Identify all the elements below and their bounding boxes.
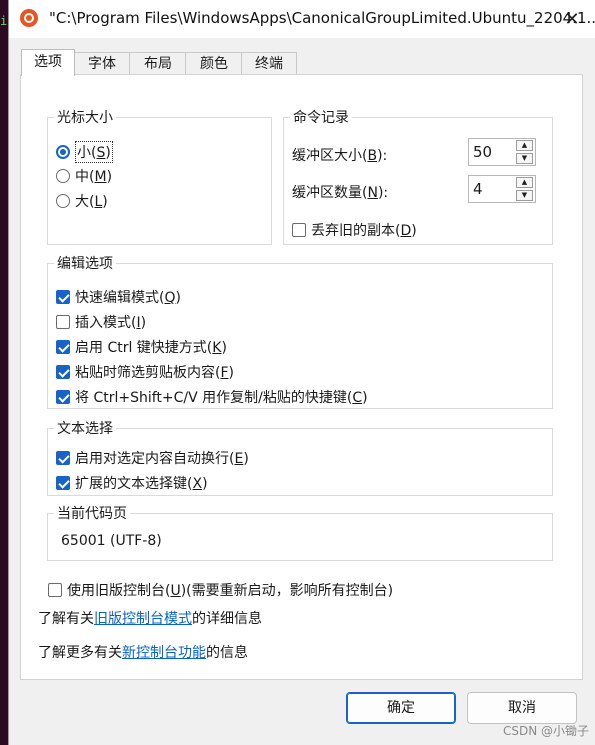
ctrl-shortcuts-option[interactable]: 启用 Ctrl 键快捷方式(K) [56, 337, 227, 357]
tab-terminal[interactable]: 终端 [241, 52, 297, 75]
ctrl-shift-cv-checkbox[interactable] [56, 390, 70, 404]
discard-duplicates-option[interactable]: 丢弃旧的副本(D) [292, 220, 417, 240]
tab-layout[interactable]: 布局 [129, 52, 187, 75]
buffer-count-stepper[interactable]: 4 ▲ ▼ [468, 175, 536, 203]
buffer-count-up-button[interactable]: ▲ [516, 177, 533, 188]
discard-duplicates-checkbox[interactable] [292, 223, 306, 237]
buffer-count-down-button[interactable]: ▼ [516, 190, 533, 201]
cursor-large-option[interactable]: 大(L) [56, 191, 108, 211]
history-group: 命令记录 缓冲区大小(B): 50 ▲ ▼ 缓冲区数量(N): 4 ▲ ▼ 丢弃… [283, 107, 553, 245]
legacy-console-option[interactable]: 使用旧版控制台(U)(需要重新启动，影响所有控制台) [48, 580, 393, 600]
filter-paste-checkbox[interactable] [56, 365, 70, 379]
codepage-group: 当前代码页 65001 (UTF-8) [47, 503, 553, 561]
text-selection-title: 文本选择 [54, 418, 116, 438]
tab-colors[interactable]: 颜色 [185, 52, 243, 75]
legacy-console-checkbox[interactable] [48, 583, 62, 597]
window-title: "C:\Program Files\WindowsApps\CanonicalG… [49, 9, 595, 27]
arrow-down-icon: ▼ [521, 191, 528, 199]
quick-edit-checkbox[interactable] [56, 290, 70, 304]
new-features-link[interactable]: 新控制台功能 [122, 645, 206, 661]
title-bar[interactable]: "C:\Program Files\WindowsApps\CanonicalG… [9, 0, 595, 38]
legacy-console-label: 使用旧版控制台(U)(需要重新启动，影响所有控制台) [67, 583, 394, 599]
watermark: CSDN @小锄子 [502, 724, 589, 738]
tab-font[interactable]: 字体 [73, 52, 131, 75]
text-selection-group: 文本选择 启用对选定内容自动换行(E) 扩展的文本选择键(X) [47, 418, 553, 496]
cursor-medium-option[interactable]: 中(M) [56, 166, 112, 186]
cursor-large-label: 大(L) [75, 194, 108, 210]
options-panel: 光标大小 小(S) 中(M) 大(L) 命令记录 缓冲区大小(B): 50 ▲ [20, 74, 583, 680]
cursor-size-title: 光标大小 [54, 107, 116, 127]
codepage-value: 65001 (UTF-8) [61, 533, 162, 549]
properties-dialog: "C:\Program Files\WindowsApps\CanonicalG… [8, 0, 595, 745]
buffer-size-down-button[interactable]: ▼ [516, 153, 533, 164]
arrow-down-icon: ▼ [521, 154, 528, 162]
buffer-size-label: 缓冲区大小(B): [292, 148, 388, 164]
tab-options[interactable]: 选项 [21, 49, 75, 76]
cursor-medium-radio[interactable] [56, 169, 70, 183]
extended-selection-checkbox[interactable] [56, 476, 70, 490]
cursor-size-group: 光标大小 小(S) 中(M) 大(L) [47, 107, 272, 245]
arrow-up-icon: ▲ [521, 178, 528, 186]
buffer-count-value[interactable]: 4 [473, 180, 483, 198]
new-features-info-text: 了解更多有关新控制台功能的信息 [38, 645, 248, 661]
filter-paste-label: 粘贴时筛选剪贴板内容(F) [75, 365, 234, 381]
buffer-count-label: 缓冲区数量(N): [292, 185, 389, 201]
cursor-small-option[interactable]: 小(S) [56, 141, 113, 163]
edit-options-group: 编辑选项 快速编辑模式(Q) 插入模式(I) 启用 Ctrl 键快捷方式(K) … [47, 253, 553, 409]
close-button[interactable]: ✕ [557, 4, 587, 34]
arrow-up-icon: ▲ [521, 141, 528, 149]
ctrl-shift-cv-label: 将 Ctrl+Shift+C/V 用作复制/粘贴的快捷键(C) [75, 390, 368, 406]
insert-mode-label: 插入模式(I) [75, 315, 147, 331]
extended-selection-option[interactable]: 扩展的文本选择键(X) [56, 473, 208, 493]
edit-options-title: 编辑选项 [54, 253, 116, 273]
ubuntu-icon [20, 9, 38, 27]
background-terminal: i [0, 0, 8, 745]
ok-button[interactable]: 确定 [346, 692, 456, 724]
legacy-mode-link[interactable]: 旧版控制台模式 [94, 611, 192, 627]
auto-wrap-checkbox[interactable] [56, 451, 70, 465]
cancel-button[interactable]: 取消 [467, 692, 577, 724]
close-icon: ✕ [564, 8, 580, 30]
insert-mode-option[interactable]: 插入模式(I) [56, 312, 146, 332]
codepage-title: 当前代码页 [54, 503, 130, 523]
extended-selection-label: 扩展的文本选择键(X) [75, 476, 208, 492]
filter-paste-option[interactable]: 粘贴时筛选剪贴板内容(F) [56, 362, 234, 382]
buffer-size-stepper[interactable]: 50 ▲ ▼ [468, 138, 536, 166]
cursor-large-radio[interactable] [56, 194, 70, 208]
ctrl-shortcuts-checkbox[interactable] [56, 340, 70, 354]
buffer-size-value[interactable]: 50 [473, 143, 492, 161]
ctrl-shift-cv-option[interactable]: 将 Ctrl+Shift+C/V 用作复制/粘贴的快捷键(C) [56, 387, 368, 407]
ctrl-shortcuts-label: 启用 Ctrl 键快捷方式(K) [75, 340, 227, 356]
cursor-medium-label: 中(M) [75, 169, 113, 185]
terminal-glyph: i [0, 14, 8, 28]
auto-wrap-option[interactable]: 启用对选定内容自动换行(E) [56, 448, 249, 468]
cursor-small-label: 小(S) [75, 141, 113, 163]
buffer-size-up-button[interactable]: ▲ [516, 140, 533, 151]
insert-mode-checkbox[interactable] [56, 315, 70, 329]
legacy-info-text: 了解有关旧版控制台模式的详细信息 [38, 611, 262, 627]
auto-wrap-label: 启用对选定内容自动换行(E) [75, 451, 249, 467]
quick-edit-option[interactable]: 快速编辑模式(Q) [56, 287, 181, 307]
discard-duplicates-label: 丢弃旧的副本(D) [311, 223, 417, 239]
quick-edit-label: 快速编辑模式(Q) [75, 290, 181, 306]
cursor-small-radio[interactable] [56, 145, 70, 159]
history-title: 命令记录 [290, 107, 352, 127]
